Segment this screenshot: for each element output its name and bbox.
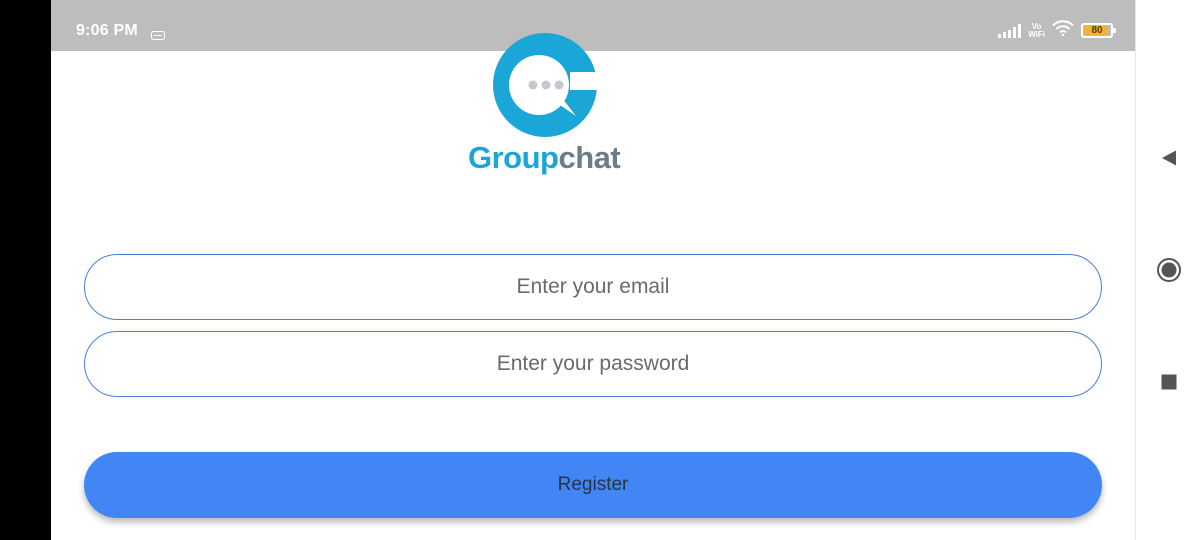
logo-g-icon	[493, 33, 600, 137]
vowifi-label-bottom: WiFi	[1028, 29, 1045, 39]
system-navigation-bar	[1135, 0, 1200, 540]
groupchat-logo: Groupchat	[466, 30, 626, 180]
status-icons: Vo WiFi 80	[998, 20, 1116, 41]
battery-level: 80	[1091, 25, 1103, 36]
recents-square-icon	[1161, 374, 1177, 390]
back-triangle-icon	[1162, 150, 1176, 166]
email-field-container	[84, 254, 1102, 320]
email-input[interactable]	[85, 255, 1101, 319]
logo-wordmark: Groupchat	[468, 140, 621, 176]
home-circle-icon	[1157, 258, 1181, 282]
recents-button[interactable]	[1154, 367, 1184, 397]
battery-icon: 80	[1081, 23, 1116, 38]
logo-text-chat: chat	[558, 140, 621, 175]
logo-text-group: Group	[468, 140, 559, 175]
status-time: 9:06 PM	[76, 22, 138, 39]
wifi-icon	[1052, 20, 1074, 41]
signal-icon	[998, 23, 1022, 38]
password-field-container	[84, 331, 1102, 397]
app-screen: 9:06 PM Vo WiFi 80 Groupchat Enter your …	[51, 0, 1135, 540]
home-button[interactable]	[1154, 255, 1184, 285]
password-input[interactable]	[85, 332, 1101, 396]
vowifi-indicator: Vo WiFi	[1028, 22, 1045, 39]
register-button[interactable]: Register	[84, 452, 1102, 518]
notification-icon	[151, 27, 165, 45]
device-bezel-left	[0, 0, 51, 540]
back-button[interactable]	[1154, 143, 1184, 173]
